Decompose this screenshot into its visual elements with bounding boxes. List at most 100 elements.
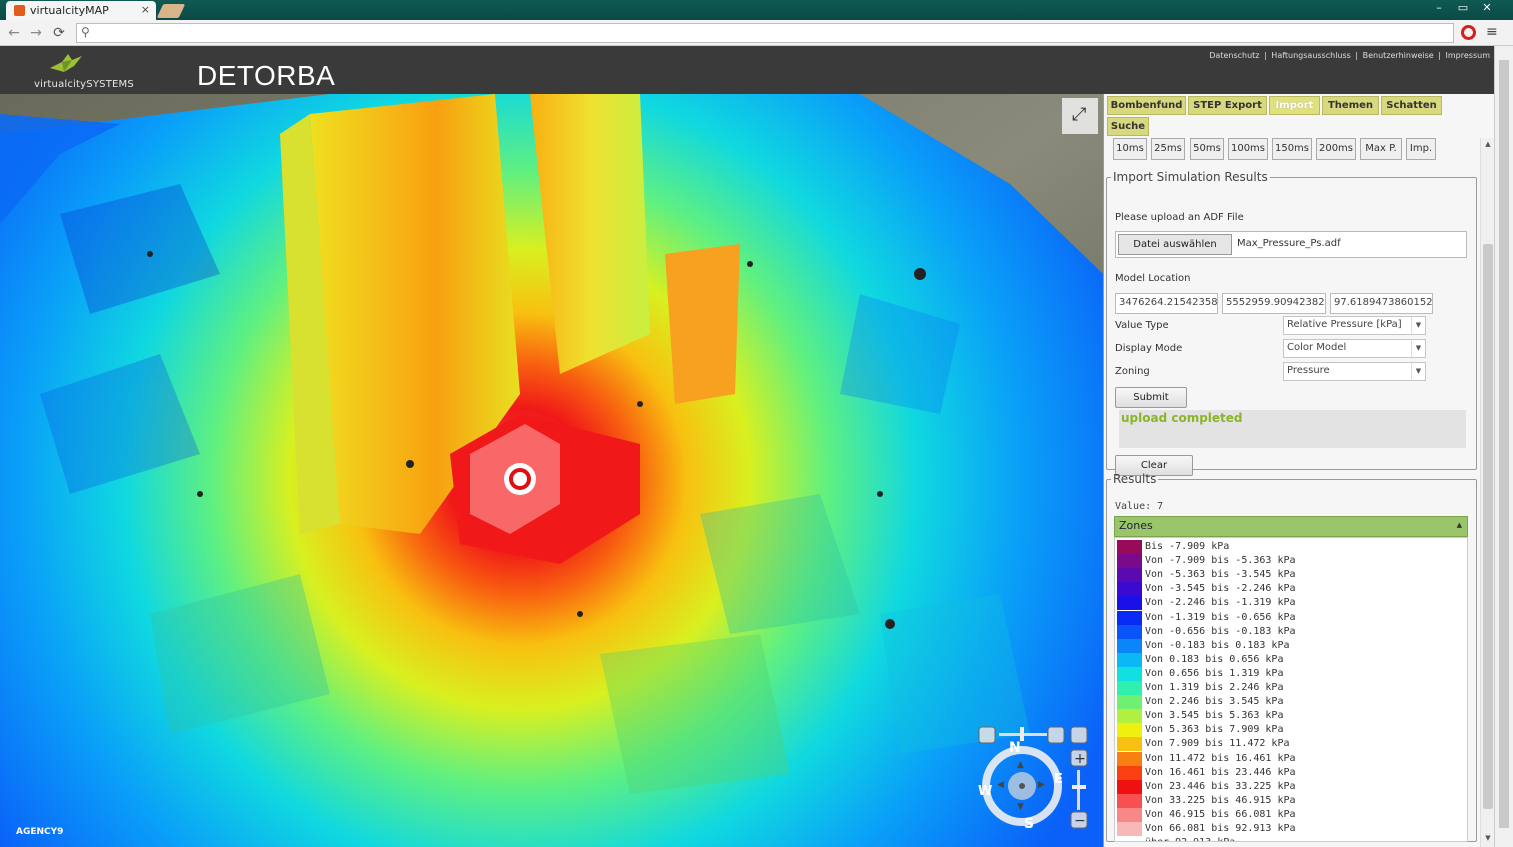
link-datenschutz[interactable]: Datenschutz — [1209, 51, 1259, 60]
zone-label: Von 16.461 bis 23.446 kPa — [1145, 766, 1296, 778]
time-25ms-button[interactable]: 25ms — [1151, 138, 1185, 160]
display-mode-value: Color Model — [1287, 342, 1347, 353]
choose-file-button[interactable]: Datei auswählen — [1118, 234, 1232, 255]
pan-right-icon[interactable]: ▶ — [1038, 780, 1045, 790]
pan-down-icon[interactable]: ▼ — [1017, 802, 1024, 812]
compass-east-label: E — [1054, 772, 1063, 787]
import-section: Import Simulation Results Please upload … — [1106, 170, 1477, 476]
zone-row: Von 2.246 bis 3.545 kPa — [1117, 695, 1465, 710]
impulse-button[interactable]: Imp. — [1406, 138, 1436, 160]
zoning-label: Zoning — [1115, 366, 1150, 377]
tab-themen[interactable]: Themen — [1322, 96, 1379, 115]
link-benutzerhinweise[interactable]: Benutzerhinweise — [1363, 51, 1434, 60]
zone-label: Von 5.363 bis 7.909 kPa — [1145, 724, 1284, 736]
coord-y-field[interactable]: 5552959.909423828 — [1222, 293, 1326, 314]
tab-schatten[interactable]: Schatten — [1381, 96, 1442, 115]
time-150ms-button[interactable]: 150ms — [1272, 138, 1312, 160]
logo[interactable]: virtualcitySYSTEMS — [34, 52, 134, 92]
zone-color-swatch — [1117, 624, 1142, 639]
reload-icon[interactable]: ⟳ — [50, 24, 68, 42]
max-pressure-button[interactable]: Max P. — [1360, 138, 1402, 160]
tab-title: virtualcityMAP — [30, 4, 109, 17]
zoning-select[interactable]: Pressure ▼ — [1283, 362, 1426, 381]
zone-label: Von 7.909 bis 11.472 kPa — [1145, 738, 1290, 750]
zone-label: Von -3.545 bis -2.246 kPa — [1145, 583, 1296, 595]
tab-bombenfund[interactable]: Bombenfund — [1107, 96, 1186, 115]
zone-color-swatch — [1117, 540, 1142, 554]
pan-up-icon[interactable]: ▲ — [1017, 760, 1024, 770]
browser-menu-icon[interactable]: ≡ — [1486, 24, 1502, 42]
header-links: Datenschutz | Haftungsausschluss | Benut… — [1207, 51, 1490, 60]
zone-color-swatch — [1117, 610, 1142, 625]
scroll-down-icon[interactable]: ▼ — [1482, 834, 1494, 844]
search-icon: ⚲ — [81, 25, 90, 39]
navigation-control[interactable]: + − N E S W ▲ ▼ ◀ ▶ — [974, 722, 1100, 842]
forward-icon[interactable]: → — [27, 24, 45, 42]
logo-wing-icon — [50, 54, 82, 72]
link-haftungsausschluss[interactable]: Haftungsausschluss — [1271, 51, 1351, 60]
back-icon[interactable]: ← — [5, 24, 23, 42]
zone-row: Von 1.319 bis 2.246 kPa — [1117, 681, 1465, 695]
zone-row: Von -0.656 bis -0.183 kPa — [1117, 624, 1465, 639]
page-scrollbar[interactable] — [1494, 46, 1513, 847]
zone-color-swatch — [1117, 779, 1142, 794]
zone-color-swatch — [1117, 596, 1142, 611]
tab-step-export[interactable]: STEP Export — [1188, 96, 1267, 115]
close-window-button[interactable]: ✕ — [1476, 0, 1498, 16]
time-10ms-button[interactable]: 10ms — [1113, 138, 1147, 160]
address-input[interactable] — [97, 26, 1437, 40]
coord-z-field[interactable]: 97.61894738601521 — [1330, 293, 1433, 314]
tab-import[interactable]: Import — [1269, 96, 1320, 115]
chevron-up-icon: ▲ — [1456, 521, 1462, 529]
time-100ms-button[interactable]: 100ms — [1228, 138, 1268, 160]
zone-row: Von -5.363 bis -3.545 kPa — [1117, 568, 1465, 583]
chevron-down-icon: ▼ — [1411, 363, 1425, 380]
submit-button[interactable]: Submit — [1115, 387, 1187, 408]
pressure-simulation-scene — [0, 94, 1103, 847]
zone-row: Von 33.225 bis 46.915 kPa — [1117, 793, 1465, 808]
extension-icon[interactable] — [1461, 25, 1476, 40]
zone-row: Von -2.246 bis -1.319 kPa — [1117, 596, 1465, 611]
chevron-down-icon: ▼ — [1411, 317, 1425, 334]
file-input[interactable]: Datei auswählen Max_Pressure_Ps.adf — [1115, 231, 1467, 258]
zone-label: Von -7.909 bis -5.363 kPa — [1145, 555, 1296, 567]
zone-label: Von 33.225 bis 46.915 kPa — [1145, 794, 1296, 806]
time-200ms-button[interactable]: 200ms — [1316, 138, 1356, 160]
zone-row: Von 0.183 bis 0.656 kPa — [1117, 652, 1465, 667]
new-tab-button[interactable] — [156, 4, 186, 18]
zone-color-swatch — [1117, 638, 1142, 653]
tab-suche[interactable]: Suche — [1107, 117, 1149, 136]
pan-left-icon[interactable]: ◀ — [997, 780, 1004, 790]
zone-label: Von -0.656 bis -0.183 kPa — [1145, 625, 1296, 637]
zone-color-swatch — [1117, 807, 1142, 822]
link-impressum[interactable]: Impressum — [1446, 51, 1490, 60]
upload-status: upload completed — [1121, 411, 1243, 425]
status-box: upload completed — [1119, 410, 1466, 448]
value-type-select[interactable]: Relative Pressure [kPa] ▼ — [1283, 316, 1426, 335]
svg-text:−: − — [1074, 813, 1086, 829]
map-viewport[interactable]: AGENCY9 ⤢ + − N E S W ▲ ▼ ◀ ▶ — [0, 94, 1103, 847]
browser-tab[interactable]: virtualcityMAP × — [6, 1, 156, 20]
zone-row: über 92.913 kPa — [1117, 836, 1465, 841]
minimize-button[interactable]: – — [1428, 0, 1450, 16]
panel-scroll-thumb[interactable] — [1483, 244, 1493, 809]
restore-button[interactable]: ▭ — [1452, 0, 1474, 16]
zones-legend-list: Bis -7.909 kPa Von -7.909 bis -5.363 kPa V… — [1114, 537, 1468, 842]
zones-accordion-header[interactable]: Zones ▲ — [1114, 516, 1468, 537]
zone-row: Von 66.081 bis 92.913 kPa — [1117, 822, 1465, 836]
address-bar[interactable]: ⚲ — [76, 23, 1454, 43]
display-mode-select[interactable]: Color Model ▼ — [1283, 339, 1426, 358]
chevron-down-icon: ▼ — [1411, 340, 1425, 357]
fullscreen-button[interactable]: ⤢ — [1062, 98, 1098, 134]
coord-x-field[interactable]: 3476264.215423584 — [1115, 293, 1218, 314]
time-50ms-button[interactable]: 50ms — [1190, 138, 1224, 160]
zone-color-swatch — [1117, 822, 1142, 836]
panel-tabs: Bombenfund STEP Export Import Themen Sch… — [1104, 94, 1495, 138]
scroll-up-icon[interactable]: ▲ — [1482, 140, 1494, 150]
zone-label: Von 0.183 bis 0.656 kPa — [1145, 653, 1284, 665]
zone-label: Von -1.319 bis -0.656 kPa — [1145, 611, 1296, 623]
zone-color-swatch — [1117, 666, 1142, 681]
tab-close-icon[interactable]: × — [141, 3, 150, 16]
zone-label: Von 66.081 bis 92.913 kPa — [1145, 823, 1296, 834]
page-scroll-thumb[interactable] — [1499, 60, 1509, 828]
